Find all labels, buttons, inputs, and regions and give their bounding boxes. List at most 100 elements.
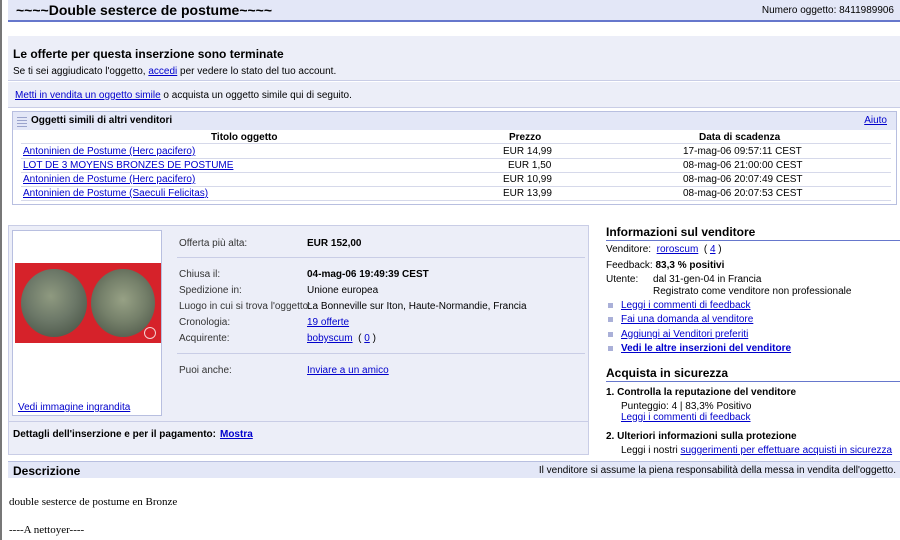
similar-item-end: 08-mag-06 20:07:53 CEST (683, 188, 803, 199)
watermark-stamp (144, 327, 156, 339)
similar-item-end: 08-mag-06 20:07:49 CEST (683, 174, 803, 185)
safety-step-2-row: Leggi i nostri suggerimenti per effettua… (621, 445, 892, 456)
similar-item-link[interactable]: Antoninien de Postume (Herc pacifero) (23, 174, 195, 185)
feedback-label: Feedback: (606, 260, 653, 271)
item-photo-frame: Vedi immagine ingrandita (12, 230, 162, 416)
similar-item-link[interactable]: Antoninien de Postume (Saeculi Felicitas… (23, 188, 208, 199)
ended-text-post: per vedere lo stato del tuo account. (177, 66, 337, 77)
column-header-title: Titolo oggetto (211, 132, 278, 143)
enlarge-image-link[interactable]: Vedi immagine ingrandita (18, 402, 130, 413)
coin-reverse-image (21, 269, 87, 337)
ended-text: Se ti sei aggiudicato l'oggetto, accedi … (13, 66, 336, 77)
table-row: Antoninien de Postume (Herc pacifero) EU… (21, 145, 891, 159)
similar-item-price: EUR 13,99 (503, 188, 552, 199)
history-label: Cronologia: (179, 317, 231, 328)
similar-item-price: EUR 14,99 (503, 146, 552, 157)
table-row: Antoninien de Postume (Herc pacifero) EU… (21, 173, 891, 187)
seller-row: Venditore: roroscum ( 4 ) (606, 244, 722, 255)
seller-link[interactable]: roroscum (657, 244, 699, 255)
safety-step-1-title: 1. Controlla la reputazione del venditor… (606, 387, 797, 398)
top-bid-label: Offerta più alta: (179, 238, 248, 249)
safety-feedback-link[interactable]: Leggi i commenti di feedback (621, 412, 751, 423)
read-feedback-link[interactable]: Leggi i commenti di feedback (621, 300, 751, 311)
closed-value: 04-mag-06 19:49:39 CEST (307, 269, 429, 280)
similar-item-link[interactable]: Antoninien de Postume (Herc pacifero) (23, 146, 195, 157)
buy-safely-heading: Acquista in sicurezza (606, 366, 900, 382)
shipping-label: Spedizione in: (179, 285, 242, 296)
feedback-value: 83,3 % positivi (655, 260, 725, 271)
listing-details-row: Dettagli dell'inserzione e per il pagame… (13, 429, 253, 440)
buyer-link[interactable]: bobyscum (307, 333, 353, 344)
similar-item-end: 17-mag-06 09:57:11 CEST (683, 146, 802, 157)
safety-step-1-score: Punteggio: 4 | 83,3% Positivo (621, 401, 752, 412)
column-header-end-date: Data di scadenza (699, 132, 781, 143)
login-link[interactable]: accedi (148, 66, 177, 77)
divider (9, 421, 588, 422)
paren: ) (369, 333, 376, 344)
similar-item-link[interactable]: LOT DE 3 MOYENS BRONZES DE POSTUME (23, 160, 233, 171)
details-label: Dettagli dell'inserzione e per il pagame… (13, 429, 216, 440)
safety-tips-link[interactable]: suggerimenti per effettuare acquisti in … (680, 445, 892, 456)
sell-similar-link[interactable]: Metti in vendita un oggetto simile (15, 90, 161, 101)
window-edge (0, 0, 2, 540)
item-number: Numero oggetto: 8411989906 (761, 5, 894, 16)
bullet-icon (608, 303, 613, 308)
add-favorite-seller-link[interactable]: Aggiungi ai Venditori preferiti (621, 329, 748, 340)
location-value: La Bonneville sur Iton, Haute-Normandie,… (307, 301, 527, 312)
sell-similar-bar: Metti in vendita un oggetto simile o acq… (8, 82, 900, 108)
sell-similar-text: Metti in vendita un oggetto simile o acq… (15, 90, 352, 101)
drag-handle-icon[interactable] (17, 115, 27, 127)
table-row: Antoninien de Postume (Saeculi Felicitas… (21, 187, 891, 201)
header-divider (21, 143, 891, 144)
description-line: double sesterce de postume en Bronze (9, 496, 178, 508)
item-photo[interactable] (15, 263, 161, 343)
column-header-price: Prezzo (509, 132, 542, 143)
similar-item-end: 08-mag-06 21:00:00 CEST (683, 160, 803, 171)
similar-items-header: Oggetti simili di altri venditori Aiuto (13, 112, 896, 130)
help-link[interactable]: Aiuto (864, 115, 887, 126)
description-title: Descrizione (13, 464, 81, 478)
bid-history-link[interactable]: 19 offerte (307, 317, 349, 328)
description-note: Il venditore si assume la piena responsa… (538, 465, 896, 476)
divider (177, 257, 585, 258)
similar-item-price: EUR 1,50 (508, 160, 552, 171)
bullet-icon (608, 332, 613, 337)
item-details-box: Vedi immagine ingrandita Offerta più alt… (8, 225, 589, 455)
item-title: ~~~~Double sesterce de postume~~~~ (16, 2, 273, 18)
feedback-row: Feedback: 83,3 % positivi (606, 260, 724, 271)
safety-step-2-title: 2. Ulteriori informazioni sulla protezio… (606, 431, 797, 442)
closed-label: Chiusa il: (179, 269, 221, 280)
location-label: Luogo in cui si trova l'oggetto: (179, 301, 311, 312)
paren: ) (715, 244, 722, 255)
divider (177, 353, 585, 354)
table-row: LOT DE 3 MOYENS BRONZES DE POSTUME EUR 1… (21, 159, 891, 173)
ended-heading: Le offerte per questa inserzione sono te… (13, 47, 284, 61)
title-bar: ~~~~Double sesterce de postume~~~~ Numer… (8, 0, 900, 22)
other-listings-link[interactable]: Vedi le altre inserzioni del venditore (621, 343, 791, 354)
similar-item-price: EUR 10,99 (503, 174, 552, 185)
bullet-icon (608, 346, 613, 351)
shipping-value: Unione europea (307, 285, 379, 296)
similar-items-box: Oggetti simili di altri venditori Aiuto … (12, 111, 897, 205)
ended-text-pre: Se ti sei aggiudicato l'oggetto, (13, 66, 149, 77)
safety-step-2-text: Leggi i nostri (621, 445, 681, 456)
user-since: dal 31-gen-04 in Francia (653, 274, 762, 285)
buyer-info: bobyscum ( 0 ) (307, 333, 376, 344)
description-header: Descrizione Il venditore si assume la pi… (8, 461, 900, 478)
description-line: ----A nettoyer---- (9, 524, 85, 536)
show-details-link[interactable]: Mostra (220, 429, 253, 440)
also-label: Puoi anche: (179, 365, 232, 376)
user-type: Registrato come venditore non profession… (653, 286, 852, 297)
send-to-friend-link[interactable]: Inviare a un amico (307, 365, 389, 376)
buyer-label: Acquirente: (179, 333, 230, 344)
sell-similar-rest: o acquista un oggetto simile qui di segu… (160, 90, 352, 101)
bullet-icon (608, 317, 613, 322)
user-label: Utente: (606, 274, 639, 285)
similar-items-title: Oggetti simili di altri venditori (31, 115, 173, 126)
top-bid-value: EUR 152,00 (307, 238, 362, 249)
auction-ended-notice: Le offerte per questa inserzione sono te… (8, 36, 900, 81)
seller-info-heading: Informazioni sul venditore (606, 225, 900, 241)
seller-label: Venditore: (606, 244, 652, 255)
coin-obverse-image (91, 269, 155, 337)
ask-seller-link[interactable]: Fai una domanda al venditore (621, 314, 753, 325)
